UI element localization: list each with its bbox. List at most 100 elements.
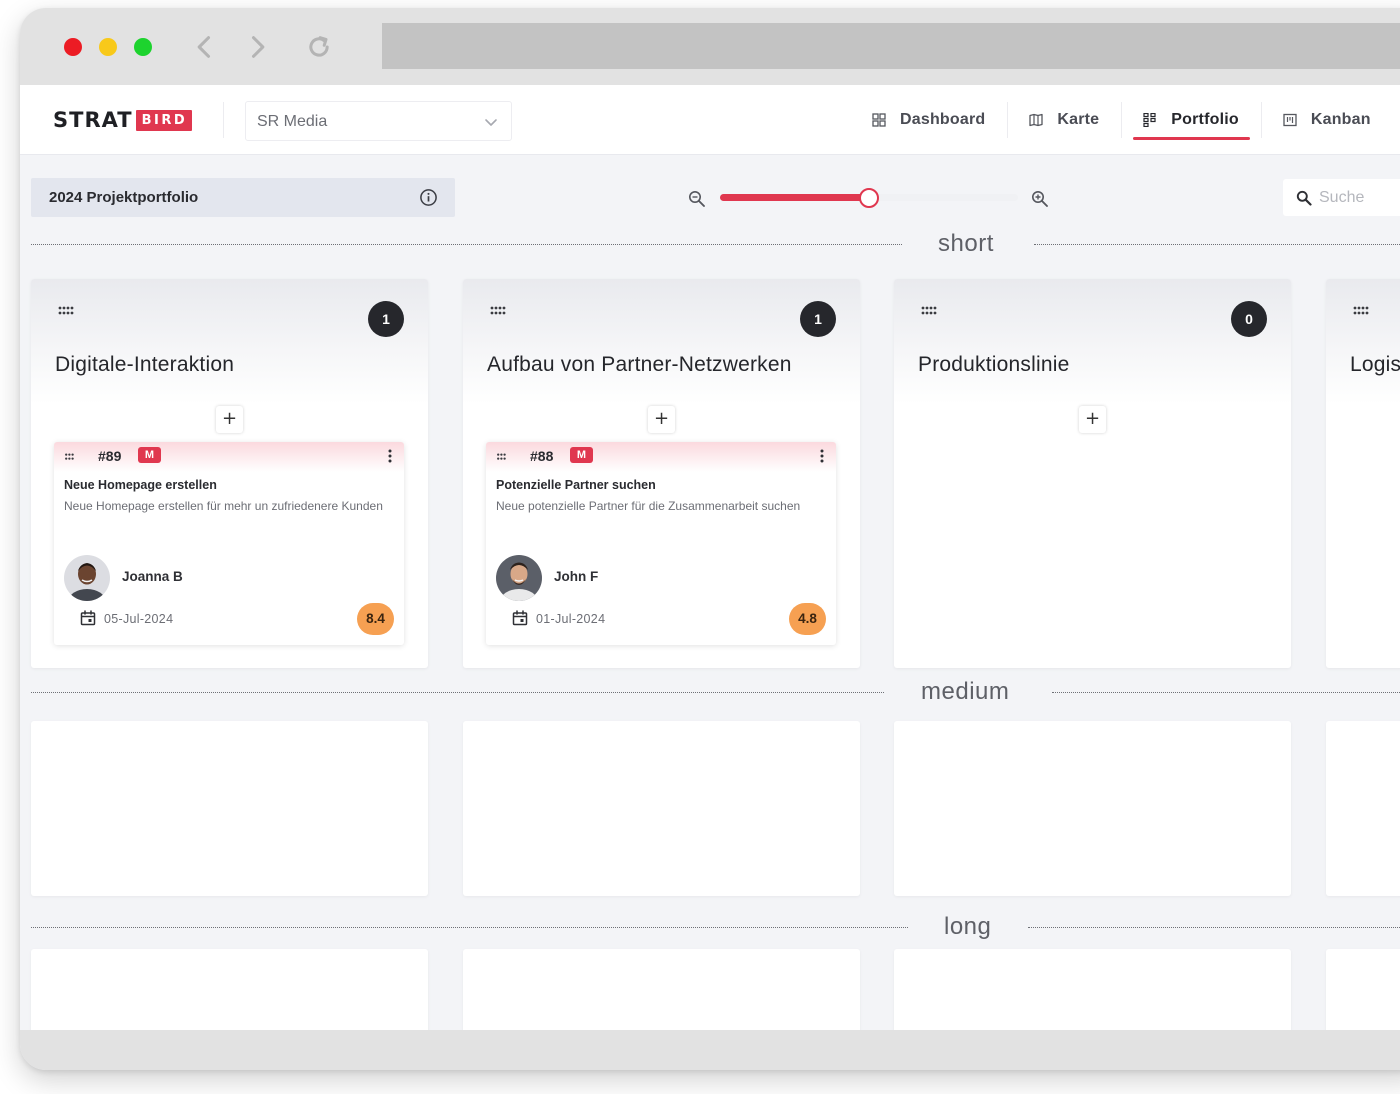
drag-handle-icon[interactable]	[64, 453, 78, 461]
search-input[interactable]	[1319, 187, 1400, 209]
header-divider	[223, 102, 224, 138]
column-title: Logis	[1350, 353, 1400, 376]
band-divider	[31, 927, 908, 928]
avatar[interactable]	[496, 555, 542, 601]
portfolio-cell[interactable]	[31, 721, 428, 896]
project-card[interactable]: #88 M Potenzielle Partner suchen Neue po…	[486, 442, 836, 645]
band-label-medium: medium	[921, 678, 1010, 705]
logo-text: STRAT	[53, 108, 133, 132]
tab-karte[interactable]: Karte	[1007, 85, 1121, 155]
portfolio-column: 1 Aufbau von Partner-Netzwerken + #88 M …	[463, 279, 860, 668]
card-title: Potenzielle Partner suchen	[496, 478, 656, 492]
column-count-badge: 0	[1231, 301, 1267, 337]
dashboard-icon	[872, 113, 886, 127]
browser-chrome	[20, 8, 1400, 85]
drag-handle-icon[interactable]	[921, 306, 937, 316]
organization-value: SR Media	[257, 113, 328, 130]
zoom-slider[interactable]	[720, 188, 1018, 208]
band-divider	[1034, 244, 1400, 245]
size-badge: M	[570, 447, 593, 463]
project-card[interactable]: #89 M Neue Homepage erstellen Neue Homep…	[54, 442, 404, 645]
band-label-long: long	[944, 913, 992, 940]
search-icon	[1296, 190, 1312, 206]
drag-handle-icon[interactable]	[58, 306, 74, 316]
card-header: #88 M	[486, 442, 836, 472]
drag-handle-icon[interactable]	[1353, 306, 1369, 316]
column-title: Digitale-Interaktion	[55, 353, 235, 376]
column-title: Aufbau von Partner-Netzwerken	[487, 353, 792, 376]
main-navigation: Dashboard Karte Portfolio Kanban	[850, 85, 1393, 155]
window-bottom-edge	[20, 1030, 1400, 1070]
tab-label: Karte	[1057, 111, 1100, 128]
column-count-badge: 1	[800, 301, 836, 337]
zoom-slider-fill	[720, 194, 869, 201]
assignee-name: John F	[554, 569, 599, 584]
tab-label: Kanban	[1310, 111, 1371, 128]
organization-select[interactable]: SR Media	[245, 101, 512, 141]
portfolio-cell[interactable]	[894, 721, 1291, 896]
band-divider	[31, 692, 884, 693]
portfolio-cell[interactable]	[894, 949, 1291, 1039]
card-header: #89 M	[54, 442, 404, 472]
browser-window: STRAT BIRD SR Media Dashboard Karte Port…	[20, 8, 1400, 1070]
band-divider	[1028, 927, 1400, 928]
add-card-button[interactable]: +	[1079, 406, 1106, 433]
minimize-window-button[interactable]	[99, 38, 117, 56]
info-icon[interactable]	[419, 188, 438, 207]
chevron-down-icon	[485, 119, 497, 126]
column-header	[894, 279, 1291, 404]
back-icon[interactable]	[190, 30, 220, 64]
close-window-button[interactable]	[64, 38, 82, 56]
kanban-icon	[1283, 113, 1297, 127]
stratbird-logo[interactable]: STRAT BIRD	[53, 108, 193, 132]
zoom-in-icon[interactable]	[1031, 190, 1049, 208]
column-header	[31, 279, 428, 404]
card-id: #89	[98, 448, 122, 464]
score-badge: 4.8	[789, 603, 826, 635]
drag-handle-icon[interactable]	[490, 306, 506, 316]
calendar-icon	[512, 610, 528, 626]
portfolio-cell[interactable]	[463, 949, 860, 1039]
app-header: STRAT BIRD SR Media Dashboard Karte Port…	[20, 85, 1400, 155]
more-vertical-icon[interactable]	[820, 449, 824, 463]
forward-icon[interactable]	[242, 30, 272, 64]
address-bar[interactable]	[382, 23, 1400, 69]
add-card-button[interactable]: +	[216, 406, 243, 433]
tab-portfolio[interactable]: Portfolio	[1121, 85, 1261, 155]
portfolio-column: 0 Produktionslinie +	[894, 279, 1291, 668]
tab-kanban[interactable]: Kanban	[1260, 85, 1393, 155]
add-card-button[interactable]: +	[648, 406, 675, 433]
zoom-slider-thumb[interactable]	[859, 188, 879, 208]
tab-label: Dashboard	[900, 111, 986, 128]
portfolio-column: Logis	[1326, 279, 1400, 668]
card-description: Neue potenzielle Partner für die Zusamme…	[496, 499, 801, 513]
band-divider	[31, 244, 902, 245]
column-header	[463, 279, 860, 404]
card-title: Neue Homepage erstellen	[64, 478, 217, 492]
portfolio-cell[interactable]	[1326, 721, 1400, 896]
portfolio-column: 1 Digitale-Interaktion + #89 M Neue Home…	[31, 279, 428, 668]
drag-handle-icon[interactable]	[496, 453, 510, 461]
avatar-photo	[496, 555, 542, 601]
more-vertical-icon[interactable]	[388, 449, 392, 463]
size-badge: M	[138, 447, 161, 463]
portfolio-cell[interactable]	[1326, 949, 1400, 1039]
portfolio-title: 2024 Projektportfolio	[49, 189, 199, 206]
due-date: 05-Jul-2024	[104, 612, 174, 626]
search-box[interactable]	[1283, 179, 1400, 216]
zoom-out-icon[interactable]	[688, 190, 706, 208]
assignee-name: Joanna B	[122, 569, 183, 584]
avatar-photo	[64, 555, 110, 601]
tab-dashboard[interactable]: Dashboard	[850, 85, 1007, 155]
portfolio-title-bar[interactable]: 2024 Projektportfolio	[31, 178, 455, 217]
column-count-badge: 1	[368, 301, 404, 337]
portfolio-cell[interactable]	[31, 949, 428, 1039]
portfolio-cell[interactable]	[463, 721, 860, 896]
calendar-icon	[80, 610, 96, 626]
avatar[interactable]	[64, 555, 110, 601]
portfolio-icon	[1143, 113, 1156, 127]
card-id: #88	[530, 448, 554, 464]
band-divider	[1052, 692, 1400, 693]
reload-icon[interactable]	[304, 30, 334, 64]
maximize-window-button[interactable]	[134, 38, 152, 56]
